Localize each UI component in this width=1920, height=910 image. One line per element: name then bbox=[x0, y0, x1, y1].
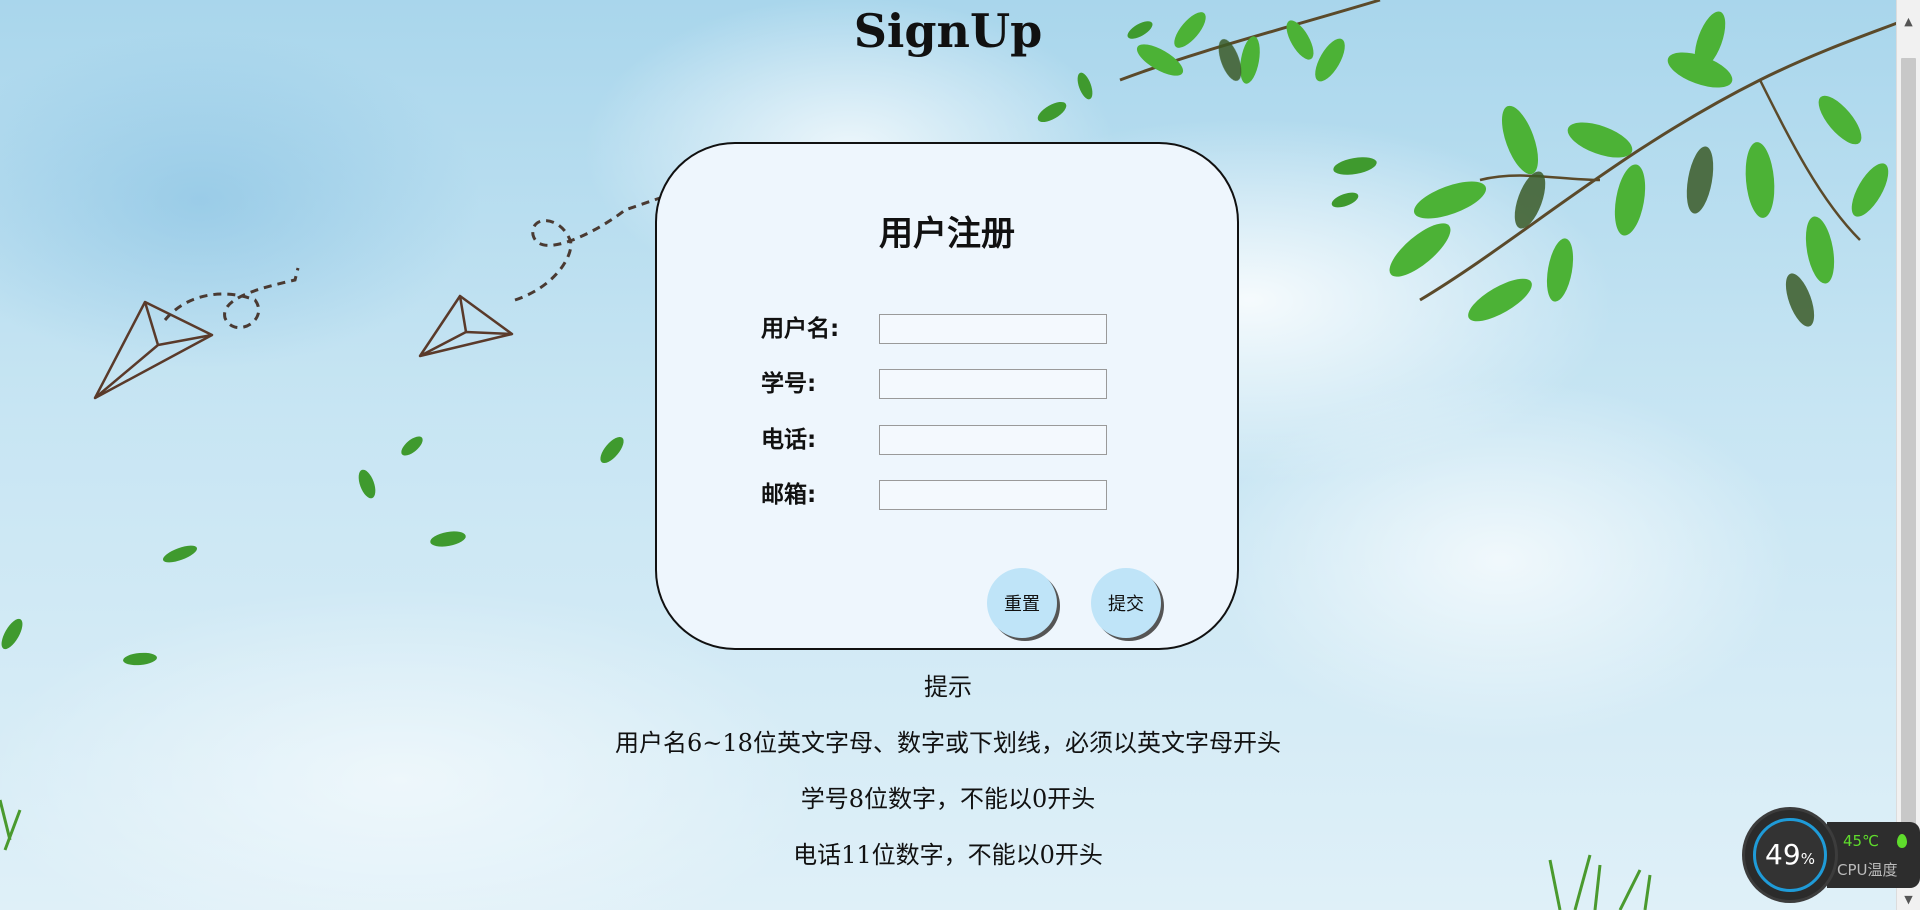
leaf-drop-icon bbox=[1897, 834, 1907, 848]
scroll-up-arrow-icon[interactable]: ▲ bbox=[1897, 12, 1920, 32]
page-title: SignUp bbox=[853, 4, 1043, 58]
vertical-scrollbar[interactable]: ▲ ▼ bbox=[1896, 0, 1920, 910]
submit-button[interactable]: 提交 bbox=[1091, 568, 1161, 638]
phone-label: 电话: bbox=[761, 427, 817, 453]
email-label: 邮箱: bbox=[761, 482, 817, 508]
cpu-usage-value: 49 bbox=[1765, 838, 1801, 871]
email-input[interactable] bbox=[879, 480, 1107, 510]
form-title: 用户注册 bbox=[879, 214, 1015, 254]
paper-plane-icon bbox=[93, 300, 214, 400]
hint-student-id: 学号8位数字，不能以0开头 bbox=[800, 785, 1096, 813]
username-input[interactable] bbox=[879, 314, 1107, 344]
cpu-monitor-widget[interactable]: 45℃ CPU温度 49% bbox=[1745, 810, 1920, 900]
phone-input[interactable] bbox=[879, 425, 1107, 455]
reset-button[interactable]: 重置 bbox=[987, 568, 1057, 638]
student-id-label: 学号: bbox=[761, 371, 817, 397]
scroll-thumb[interactable] bbox=[1901, 58, 1916, 884]
hints-heading: 提示 bbox=[924, 673, 972, 701]
cpu-usage-unit: % bbox=[1800, 850, 1815, 868]
hints-section: 提示 用户名6~18位英文字母、数字或下划线，必须以英文字母开头 学号8位数字，… bbox=[0, 672, 1896, 896]
cpu-temp-label: CPU温度 bbox=[1837, 861, 1898, 879]
cpu-usage-readout: 49% bbox=[1753, 818, 1827, 892]
flight-path bbox=[163, 196, 661, 330]
student-id-input[interactable] bbox=[879, 369, 1107, 399]
hint-username: 用户名6~18位英文字母、数字或下划线，必须以英文字母开头 bbox=[615, 729, 1281, 757]
cpu-usage-ring: 49% bbox=[1745, 810, 1835, 900]
hint-phone: 电话11位数字，不能以0开头 bbox=[793, 841, 1103, 869]
signup-form: 用户注册 用户名: 学号: 电话: 邮箱: 重置 提交 bbox=[655, 142, 1239, 650]
username-label: 用户名: bbox=[761, 316, 840, 342]
cpu-temp-panel: 45℃ CPU温度 bbox=[1827, 822, 1920, 888]
paper-plane-icon bbox=[418, 294, 514, 358]
cpu-temperature: 45℃ bbox=[1843, 832, 1879, 850]
